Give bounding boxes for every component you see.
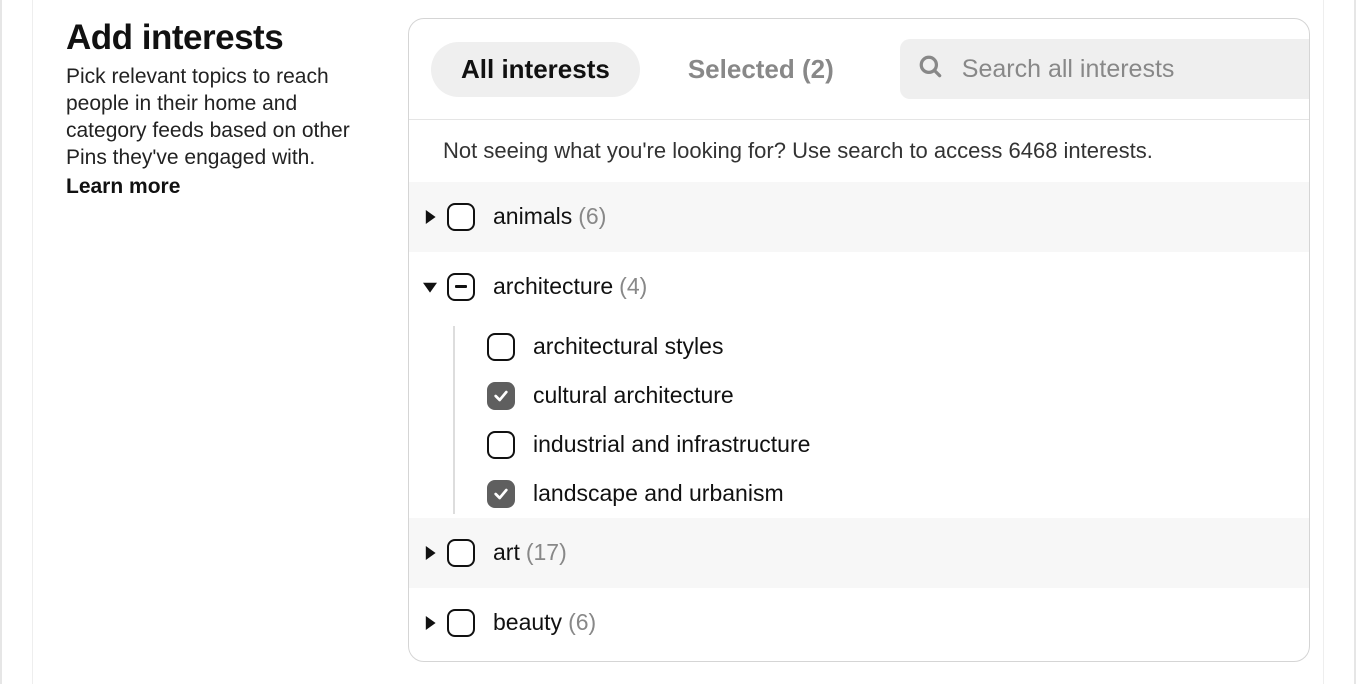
checkbox-cultural-architecture[interactable] bbox=[487, 382, 515, 410]
helper-text: Not seeing what you're looking for? Use … bbox=[409, 120, 1309, 182]
child-row-landscape-and-urbanism: landscape and urbanism bbox=[453, 469, 1309, 518]
tab-selected-count: (2) bbox=[802, 54, 834, 84]
caret-down-icon[interactable] bbox=[421, 278, 439, 296]
tab-selected-label: Selected bbox=[688, 54, 795, 84]
row-count: (6) bbox=[568, 609, 596, 636]
row-label: industrial and infrastructure bbox=[533, 431, 810, 458]
checkbox-architectural-styles[interactable] bbox=[487, 333, 515, 361]
row-label: animals bbox=[493, 203, 572, 230]
search-input[interactable] bbox=[962, 55, 1308, 84]
row-count: (4) bbox=[619, 273, 647, 300]
row-count: (17) bbox=[526, 539, 567, 566]
panel-header: All interests Selected (2) bbox=[409, 19, 1309, 120]
child-row-cultural-architecture: cultural architecture bbox=[453, 371, 1309, 420]
checkbox-beauty[interactable] bbox=[447, 609, 475, 637]
tree-row-architecture: architecture(4) bbox=[409, 252, 1309, 322]
checkbox-architecture[interactable] bbox=[447, 273, 475, 301]
checkbox-landscape-and-urbanism[interactable] bbox=[487, 480, 515, 508]
child-row-architectural-styles: architectural styles bbox=[453, 322, 1309, 371]
tree-row-beauty: beauty(6) bbox=[409, 588, 1309, 658]
interests-tree: animals(6)architecture(4)architectural s… bbox=[409, 182, 1309, 661]
checkbox-art[interactable] bbox=[447, 539, 475, 567]
page-title: Add interests bbox=[66, 18, 352, 58]
search-box[interactable] bbox=[900, 39, 1310, 99]
row-label: beauty bbox=[493, 609, 562, 636]
row-label: cultural architecture bbox=[533, 382, 734, 409]
caret-right-icon[interactable] bbox=[421, 544, 439, 562]
page-description: Pick relevant topics to reach people in … bbox=[66, 65, 350, 169]
tree-row-animals: animals(6) bbox=[409, 182, 1309, 252]
caret-right-icon[interactable] bbox=[421, 614, 439, 632]
tab-selected[interactable]: Selected (2) bbox=[658, 42, 864, 97]
search-icon bbox=[918, 54, 962, 85]
caret-right-icon[interactable] bbox=[421, 208, 439, 226]
sidebar: Add interests Pick relevant topics to re… bbox=[2, 0, 372, 200]
learn-more-link[interactable]: Learn more bbox=[66, 174, 180, 201]
checkbox-industrial-and-infrastructure[interactable] bbox=[487, 431, 515, 459]
tab-all-interests[interactable]: All interests bbox=[431, 42, 640, 97]
tree-row-art: art(17) bbox=[409, 518, 1309, 588]
row-label: architectural styles bbox=[533, 333, 723, 360]
children-architecture: architectural styles cultural architectur… bbox=[409, 322, 1309, 518]
row-label: art bbox=[493, 539, 520, 566]
row-count: (6) bbox=[578, 203, 606, 230]
checkbox-animals[interactable] bbox=[447, 203, 475, 231]
row-label: architecture bbox=[493, 273, 613, 300]
interests-panel: All interests Selected (2) Not seeing wh… bbox=[408, 18, 1310, 662]
child-row-industrial-and-infrastructure: industrial and infrastructure bbox=[453, 420, 1309, 469]
row-label: landscape and urbanism bbox=[533, 480, 784, 507]
